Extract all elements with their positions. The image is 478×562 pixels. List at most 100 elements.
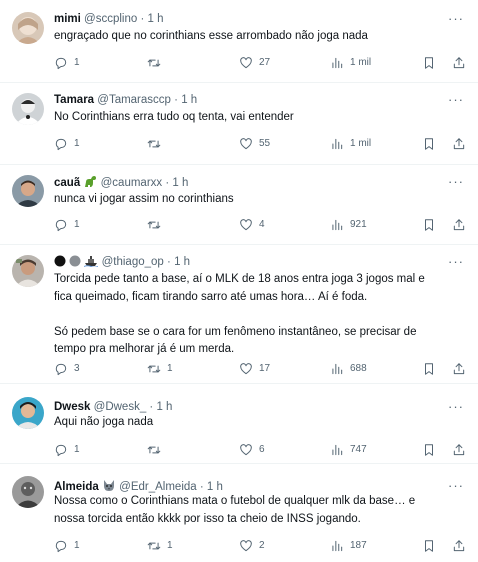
bookmark-button[interactable] [422,538,436,554]
bookmark-button[interactable] [422,136,436,152]
views-icon [332,540,343,552]
retweet-button[interactable]: 1 [147,538,173,554]
heart-icon [240,57,252,69]
avatar[interactable] [12,12,44,44]
user-handle[interactable]: @thiago_op [102,256,164,268]
separator-dot: · [149,401,154,413]
tweet-text-line: Torcida pede tanto a base, aí o MLK de 1… [54,273,425,285]
timestamp[interactable]: 1 h [172,177,188,189]
like-count: 4 [259,219,265,230]
reply-icon [55,57,67,70]
reply-button[interactable]: 3 [54,361,80,377]
avatar[interactable] [12,397,44,429]
tweet-actions: 1 6 747 [54,442,474,458]
share-icon [453,57,465,69]
timestamp[interactable]: 1 h [181,94,197,106]
avatar[interactable] [12,476,44,508]
bookmark-button[interactable] [422,55,436,71]
tweet-text-line: nunca vi jogar assim no corinthians [54,193,234,205]
reply-button[interactable]: 1 [54,55,80,71]
like-count: 6 [259,444,265,455]
timestamp[interactable]: 1 h [156,401,172,413]
more-dots-icon[interactable]: ··· [448,479,464,492]
user-handle[interactable]: @sccplino [84,13,137,25]
avatar[interactable] [12,93,44,125]
timestamp[interactable]: 1 h [174,256,190,268]
share-button[interactable] [452,361,466,377]
like-button[interactable]: 6 [239,442,265,458]
more-dots-icon[interactable]: ··· [448,255,464,268]
retweet-button[interactable] [147,136,167,152]
reply-button[interactable]: 1 [54,442,80,458]
views-count: 747 [350,444,367,455]
display-name[interactable]: Dwesk [54,401,90,413]
share-button[interactable] [452,55,466,71]
like-count: 55 [259,138,271,149]
tweet-text-line: engraçado que no corinthians esse arromb… [54,30,368,42]
tweet-actions: 1 27 1 mil [54,55,474,71]
timestamp[interactable]: 1 h [207,481,223,493]
bookmark-button[interactable] [422,217,436,233]
share-button[interactable] [452,538,466,554]
tweet[interactable]: Dwesk @Dwesk_ · 1 h ··· Aqui não joga na… [0,384,478,464]
retweet-count: 1 [167,363,173,374]
like-button[interactable]: 55 [239,136,270,152]
share-button[interactable] [452,217,466,233]
more-dots-icon[interactable]: ··· [448,93,464,106]
user-handle[interactable]: @caumarxx [101,177,163,189]
reply-button[interactable]: 1 [54,538,80,554]
like-count: 17 [259,363,271,374]
user-handle[interactable]: @Tamarasccp [97,94,171,106]
views-button[interactable]: 688 [330,361,367,377]
display-name[interactable]: mimi [54,13,81,25]
display-name[interactable]: Tamara [54,94,94,106]
views-icon [332,138,343,150]
reply-button[interactable]: 1 [54,217,80,233]
tweet[interactable]: Almeida @Edr_Almeida · 1 h ··· Nossa com… [0,464,478,562]
reply-icon [55,138,67,151]
views-button[interactable]: 187 [330,538,367,554]
avatar[interactable] [12,255,44,287]
views-button[interactable]: 747 [330,442,367,458]
more-dots-icon[interactable]: ··· [448,400,464,413]
tweet-header: Tamara @Tamarasccp · 1 h [54,93,197,107]
user-handle[interactable]: @Edr_Almeida [119,481,197,493]
tweet-text-line: Só pedem base se o cara for um fenômeno … [54,325,417,338]
retweet-button[interactable]: 1 [147,361,173,377]
retweet-count: 1 [167,540,173,551]
tweet[interactable]: @thiago_op · 1 h ··· Torcida pede tanto … [0,245,478,384]
display-name[interactable]: Almeida [54,481,99,493]
share-icon [453,219,465,231]
like-button[interactable]: 4 [239,217,265,233]
display-name[interactable]: cauã [54,177,80,189]
more-dots-icon[interactable]: ··· [448,175,464,188]
views-icon [332,444,343,456]
views-button[interactable]: 1 mil [330,55,371,71]
timestamp[interactable]: 1 h [148,13,164,25]
like-button[interactable]: 2 [239,538,265,554]
tweet[interactable]: cauã @caumarxx · 1 h ··· nunca vi jogar … [0,165,478,245]
views-button[interactable]: 921 [330,217,367,233]
retweet-button[interactable] [147,217,167,233]
bookmark-button[interactable] [422,361,436,377]
reply-count: 1 [74,219,80,230]
tweet-text-line: fica queimado, ficam tirando sarro até u… [54,290,368,303]
like-button[interactable]: 17 [239,361,270,377]
more-dots-icon[interactable]: ··· [448,12,464,25]
views-button[interactable]: 1 mil [330,136,371,152]
like-button[interactable]: 27 [239,55,270,71]
reply-button[interactable]: 1 [54,136,80,152]
share-button[interactable] [452,442,466,458]
avatar[interactable] [12,175,44,207]
share-button[interactable] [452,136,466,152]
retweet-icon [147,446,161,454]
heart-icon [240,219,252,231]
retweet-button[interactable] [147,442,167,458]
bookmark-button[interactable] [422,442,436,458]
heart-icon [240,363,252,375]
like-count: 27 [259,57,271,68]
retweet-button[interactable] [147,55,167,71]
tweet[interactable]: Tamara @Tamarasccp · 1 h ··· No Corinthi… [0,83,478,165]
tweet[interactable]: mimi @sccplino · 1 h ··· engraçado que n… [0,0,478,83]
user-handle[interactable]: @Dwesk_ [94,401,147,413]
